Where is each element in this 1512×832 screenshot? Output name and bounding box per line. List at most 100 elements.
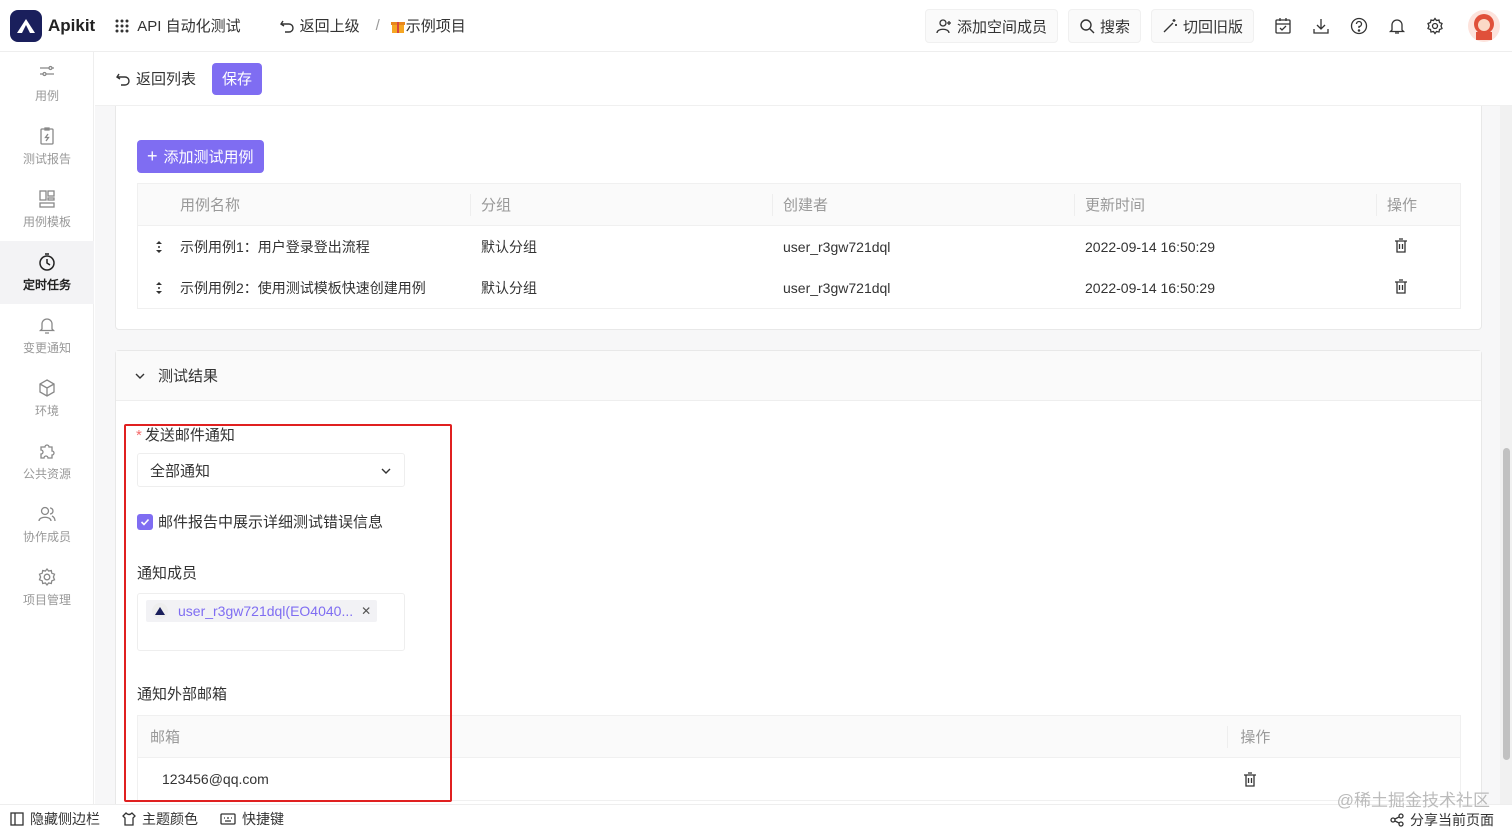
download-icon[interactable] xyxy=(1310,15,1332,37)
back-to-list-button[interactable]: 返回列表 xyxy=(115,68,196,89)
sidebar-item-scheduled-task[interactable]: 定时任务 xyxy=(0,241,94,304)
sidebar-item-collaborators[interactable]: 协作成员 xyxy=(0,493,94,556)
sidebar-item-public-resources[interactable]: 公共资源 xyxy=(0,430,94,493)
bell-icon xyxy=(38,318,56,334)
hide-sidebar-label: 隐藏侧边栏 xyxy=(30,810,100,827)
app-name: Apikit xyxy=(48,15,96,35)
main-content: + 添加测试用例 用例名称 分组 创建者 更新时间 操作 示例用例1：用户登录登… xyxy=(95,106,1500,804)
add-space-member-button[interactable]: 添加空间成员 xyxy=(924,9,1058,43)
external-email-label: 通知外部邮箱 xyxy=(137,686,228,703)
notify-members-select[interactable]: user_r3gw721dql(EO4040... ✕ xyxy=(137,593,405,651)
sidebar-item-label: 用例 xyxy=(34,89,59,103)
left-sidebar: 用例 测试报告 用例模板 定时任务 变更通知 环境 公共资源 协作成员 项目管理 xyxy=(0,52,94,804)
add-test-case-label: 添加测试用例 xyxy=(163,149,254,166)
bell-icon[interactable] xyxy=(1386,15,1408,37)
add-test-case-button[interactable]: + 添加测试用例 xyxy=(137,140,264,173)
template-icon xyxy=(39,190,55,208)
chevron-down-icon xyxy=(135,373,145,379)
cube-icon xyxy=(39,379,55,397)
email-notify-label-text: 发送邮件通知 xyxy=(144,427,235,444)
user-avatar[interactable] xyxy=(1468,10,1500,42)
shortcuts-button[interactable]: 快捷键 xyxy=(220,809,284,829)
keyboard-icon xyxy=(220,812,236,825)
switch-old-version-button[interactable]: 切回旧版 xyxy=(1150,9,1254,43)
sidebar-item-template[interactable]: 用例模板 xyxy=(0,178,94,241)
breadcrumb-separator: / xyxy=(375,17,380,34)
sidebar-item-label: 公共资源 xyxy=(22,467,71,481)
notify-members-label: 通知成员 xyxy=(137,565,198,582)
email-value[interactable]: 123456@qq.com xyxy=(138,771,1227,787)
app-switcher[interactable]: API 自动化测试 xyxy=(115,15,241,36)
test-case-table: 用例名称 分组 创建者 更新时间 操作 示例用例1：用户登录登出流程 默认分组 … xyxy=(137,183,1461,309)
sidebar-item-cases[interactable]: 用例 xyxy=(0,52,94,115)
gift-icon xyxy=(390,21,405,33)
report-icon xyxy=(40,127,54,145)
settings-gear-icon[interactable] xyxy=(1424,15,1446,37)
share-page-button[interactable]: 分享当前页面 xyxy=(1390,810,1494,830)
vertical-scrollbar[interactable] xyxy=(1500,106,1512,804)
test-result-card: 测试结果 * 发送邮件通知 全部通知 邮件报告中展示详细测试错误信息 通知成员 u… xyxy=(115,350,1482,804)
page-toolbar: 返回列表 保存 xyxy=(95,52,1512,106)
required-mark: * xyxy=(136,427,142,444)
section-title: 测试结果 xyxy=(158,368,219,385)
table-row: 123456@qq.com xyxy=(138,758,1460,800)
test-result-header[interactable]: 测试结果 xyxy=(116,351,1481,401)
sidebar-item-environment[interactable]: 环境 xyxy=(0,367,94,430)
help-icon[interactable] xyxy=(1348,15,1370,37)
show-error-details-checkbox[interactable]: 邮件报告中展示详细测试错误信息 xyxy=(137,511,383,532)
sidebar-toggle-icon xyxy=(10,811,24,826)
email-notify-select[interactable]: 全部通知 xyxy=(137,453,405,487)
column-header-actions: 操作 xyxy=(1227,725,1460,748)
switch-old-version-label: 切回旧版 xyxy=(1182,18,1243,36)
app-switch-label: API 自动化测试 xyxy=(137,18,241,35)
breadcrumb-project[interactable]: 示例项目 xyxy=(390,15,466,36)
search-label: 搜索 xyxy=(1099,18,1130,36)
shortcuts-label: 快捷键 xyxy=(242,810,284,827)
add-user-icon xyxy=(936,19,951,34)
table-row[interactable]: 示例用例2：使用测试模板快速创建用例 默认分组 user_r3gw721dql … xyxy=(138,267,1460,308)
theme-color-button[interactable]: 主题颜色 xyxy=(122,809,198,829)
save-button[interactable]: 保存 xyxy=(212,62,263,95)
theme-color-label: 主题颜色 xyxy=(142,810,198,827)
table-row[interactable]: 示例用例1：用户登录登出流程 默认分组 user_r3gw721dql 2022… xyxy=(138,226,1460,267)
calendar-icon[interactable] xyxy=(1272,15,1294,37)
checkbox-checked-icon[interactable] xyxy=(137,513,153,530)
watermark: @稀土掘金技术社区 xyxy=(1336,791,1490,810)
delete-icon[interactable] xyxy=(1376,278,1460,297)
case-updated: 2022-09-14 16:50:29 xyxy=(1085,279,1215,296)
sidebar-item-label: 环境 xyxy=(34,404,59,418)
case-group: 默认分组 xyxy=(481,238,537,255)
hide-sidebar-button[interactable]: 隐藏侧边栏 xyxy=(10,809,100,829)
users-icon xyxy=(38,506,56,522)
case-creator: user_r3gw721dql xyxy=(783,279,891,296)
column-header-name: 用例名称 xyxy=(180,197,241,214)
sidebar-item-label: 项目管理 xyxy=(22,593,71,607)
sidebar-item-project-management[interactable]: 项目管理 xyxy=(0,556,94,619)
case-name[interactable]: 示例用例1：用户登录登出流程 xyxy=(180,237,470,257)
timer-icon xyxy=(39,253,55,271)
app-logo[interactable]: Apikit xyxy=(10,9,96,42)
undo-icon xyxy=(116,73,130,86)
sidebar-item-label: 定时任务 xyxy=(22,278,71,292)
sidebar-item-label: 协作成员 xyxy=(22,530,71,544)
case-name[interactable]: 示例用例2：使用测试模板快速创建用例 xyxy=(180,278,470,298)
sidebar-item-report[interactable]: 测试报告 xyxy=(0,115,94,178)
sidebar-item-label: 测试报告 xyxy=(22,152,71,166)
top-bar: Apikit API 自动化测试 返回上级 / 示例项目 添加空间成员 搜索 切… xyxy=(0,0,1512,52)
add-space-member-label: 添加空间成员 xyxy=(956,18,1047,36)
checkbox-label: 邮件报告中展示详细测试错误信息 xyxy=(158,514,384,531)
case-icon xyxy=(40,65,54,77)
drag-handle-icon[interactable] xyxy=(138,281,180,294)
search-button[interactable]: 搜索 xyxy=(1067,9,1141,43)
column-header-email: 邮箱 xyxy=(150,729,181,746)
close-icon[interactable]: ✕ xyxy=(361,604,371,618)
column-header-actions: 操作 xyxy=(1376,193,1460,216)
case-updated: 2022-09-14 16:50:29 xyxy=(1085,238,1215,255)
scrollbar-thumb[interactable] xyxy=(1503,448,1510,760)
drag-handle-icon[interactable] xyxy=(138,240,180,253)
sidebar-item-change-notify[interactable]: 变更通知 xyxy=(0,304,94,367)
back-parent-link[interactable]: 返回上级 xyxy=(279,15,360,36)
back-parent-label: 返回上级 xyxy=(299,18,360,35)
sidebar-item-label: 用例模板 xyxy=(22,215,71,229)
delete-icon[interactable] xyxy=(1376,237,1460,256)
